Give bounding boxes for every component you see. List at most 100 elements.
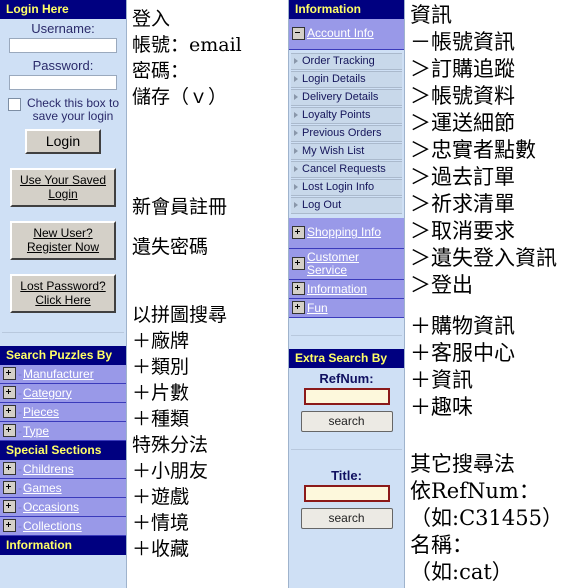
save-login-checkbox[interactable] bbox=[8, 98, 21, 111]
sidebar-subitem-label: My Wish List bbox=[302, 145, 365, 157]
plus-icon[interactable] bbox=[3, 462, 16, 475]
sidebar-item-label[interactable]: Customer Service bbox=[307, 250, 402, 277]
plus-icon[interactable] bbox=[292, 226, 305, 239]
sidebar-item-fun[interactable]: Fun bbox=[289, 299, 404, 318]
title-label: Title: bbox=[331, 468, 362, 483]
sidebar-subitem-delivery-details[interactable]: Delivery Details bbox=[291, 89, 402, 106]
sidebar-subitem-lost-login-info[interactable]: Lost Login Info bbox=[291, 179, 402, 196]
refnum-label: RefNum: bbox=[319, 371, 374, 386]
chevron-right-icon bbox=[294, 166, 298, 172]
plus-icon[interactable] bbox=[3, 367, 16, 380]
cn-group-line-3: ＋資訊 bbox=[410, 368, 473, 392]
divider bbox=[291, 335, 402, 336]
cn-info-line-2: －帳號資訊 bbox=[410, 30, 515, 54]
sidebar-subitem-label: Loyalty Points bbox=[302, 109, 371, 121]
special-sections-header: Special Sections bbox=[0, 441, 126, 460]
plus-icon[interactable] bbox=[3, 481, 16, 494]
sidebar-subitem-cancel-requests[interactable]: Cancel Requests bbox=[291, 161, 402, 178]
cn-lost-password: 遺失密碼 bbox=[132, 236, 209, 258]
sidebar-subitem-login-details[interactable]: Login Details bbox=[291, 71, 402, 88]
sidebar-item-label[interactable]: Information bbox=[307, 282, 367, 296]
refnum-input[interactable] bbox=[303, 388, 390, 405]
divider bbox=[291, 449, 402, 450]
plus-icon[interactable] bbox=[292, 301, 305, 314]
search-puzzles-header: Search Puzzles By bbox=[0, 346, 126, 365]
sidebar-item-manufacturer[interactable]: - Manufacturer bbox=[0, 365, 126, 384]
sidebar-item-collections[interactable]: - Collections bbox=[0, 517, 126, 536]
sidebar-item-label[interactable]: Games bbox=[23, 481, 62, 495]
use-saved-login-button[interactable]: Use Your Saved Login bbox=[10, 168, 116, 207]
sidebar-item-label[interactable]: Occasions bbox=[23, 500, 79, 514]
chevron-right-icon bbox=[294, 202, 298, 208]
sidebar-subitem-label: Delivery Details bbox=[302, 91, 379, 103]
password-input[interactable] bbox=[9, 75, 117, 90]
sidebar-item-childrens[interactable]: - Childrens bbox=[0, 460, 126, 479]
plus-icon[interactable] bbox=[292, 257, 305, 270]
sidebar-item-category[interactable]: - Category bbox=[0, 384, 126, 403]
sidebar-item-label[interactable]: Manufacturer bbox=[23, 367, 94, 381]
plus-icon[interactable] bbox=[292, 282, 305, 295]
title-search-button[interactable]: search bbox=[300, 508, 393, 529]
sidebar-subitem-my-wish-list[interactable]: My Wish List bbox=[291, 143, 402, 160]
cn-info-line-3: ＞訂購追蹤 bbox=[410, 57, 515, 81]
cn-search-line-1: 以拼圖搜尋 bbox=[132, 304, 228, 326]
title-input[interactable] bbox=[303, 485, 390, 502]
sidebar-item-games[interactable]: - Games bbox=[0, 479, 126, 498]
sidebar-subitem-order-tracking[interactable]: Order Tracking bbox=[291, 53, 402, 70]
sidebar-item-pieces[interactable]: - Pieces bbox=[0, 403, 126, 422]
sidebar-subitem-previous-orders[interactable]: Previous Orders bbox=[291, 125, 402, 142]
cn-info-line-8: ＞祈求清單 bbox=[410, 192, 515, 216]
plus-icon[interactable] bbox=[3, 405, 16, 418]
cn-special-line-3: ＋遊戲 bbox=[132, 486, 190, 508]
cn-login-line-2: 帳號：email bbox=[132, 34, 242, 56]
sidebar-subitem-label: Login Details bbox=[302, 73, 366, 85]
cn-info-line-6: ＞忠實者點數 bbox=[410, 138, 536, 162]
refnum-search-button[interactable]: search bbox=[300, 411, 393, 432]
sidebar-item-label[interactable]: Type bbox=[23, 424, 49, 438]
sidebar-subitem-label: Previous Orders bbox=[302, 127, 382, 139]
sidebar-subitem-label: Order Tracking bbox=[302, 55, 375, 67]
sidebar-item-account-info[interactable]: Account Info bbox=[289, 19, 404, 50]
cn-extra-line-3: （如:C31455） bbox=[410, 506, 563, 530]
sidebar-item-label[interactable]: Category bbox=[23, 386, 72, 400]
sidebar-subitem-label: Log Out bbox=[302, 199, 342, 211]
sidebar-item-type[interactable]: - Type bbox=[0, 422, 126, 441]
minus-icon[interactable] bbox=[292, 27, 305, 40]
plus-icon[interactable] bbox=[3, 500, 16, 513]
chinese-notes-left: 登入 帳號：email 密碼： 儲存（ｖ） 新會員註冊 遺失密碼 以拼圖搜尋 ＋… bbox=[132, 0, 284, 588]
cn-login-line-3: 密碼： bbox=[132, 60, 190, 82]
sidebar-item-occasions[interactable]: - Occasions bbox=[0, 498, 126, 517]
cn-info-line-9: ＞取消要求 bbox=[410, 219, 515, 243]
page-root: Login Here Username: Password: Check thi… bbox=[0, 0, 585, 588]
cn-info-line-7: ＞過去訂單 bbox=[410, 165, 515, 189]
cn-special-line-1: 特殊分法 bbox=[132, 434, 209, 456]
sidebar-item-label[interactable]: Pieces bbox=[23, 405, 59, 419]
sidebar-subitem-loyalty-points[interactable]: Loyalty Points bbox=[291, 107, 402, 124]
sidebar-item-label[interactable]: Shopping Info bbox=[307, 226, 381, 239]
lost-password-button[interactable]: Lost Password? Click Here bbox=[10, 274, 116, 313]
sidebar-item-label[interactable]: Childrens bbox=[23, 462, 74, 476]
chinese-notes-right: 資訊 －帳號資訊 ＞訂購追蹤 ＞帳號資料 ＞運送細節 ＞忠實者點數 ＞過去訂單 … bbox=[410, 0, 585, 588]
cn-search-line-4: ＋片數 bbox=[132, 382, 190, 404]
cn-info-line-1: 資訊 bbox=[410, 3, 452, 27]
sidebar-item-shopping-info[interactable]: Shopping Info bbox=[289, 218, 404, 249]
chevron-right-icon bbox=[294, 148, 298, 154]
save-login-row[interactable]: Check this box to save your login bbox=[0, 93, 126, 123]
sidebar-subitem-log-out[interactable]: Log Out bbox=[291, 197, 402, 214]
username-input[interactable] bbox=[9, 38, 117, 53]
sidebar-item-label[interactable]: Collections bbox=[23, 519, 82, 533]
chevron-right-icon bbox=[294, 130, 298, 136]
plus-icon[interactable] bbox=[3, 424, 16, 437]
sidebar-item-customer-service[interactable]: Customer Service bbox=[289, 249, 404, 280]
login-button[interactable]: Login bbox=[25, 129, 101, 154]
chevron-right-icon bbox=[294, 184, 298, 190]
sidebar-item-label[interactable]: Fun bbox=[307, 301, 328, 315]
sidebar-item-label[interactable]: Account Info bbox=[307, 27, 374, 40]
plus-icon[interactable] bbox=[3, 519, 16, 532]
sidebar-item-information[interactable]: Information bbox=[289, 280, 404, 299]
information-header: Information bbox=[0, 536, 126, 555]
register-button[interactable]: New User? Register Now bbox=[10, 221, 116, 260]
cn-extra-line-4: 名稱： bbox=[410, 533, 473, 557]
use-saved-login-label: Use Your Saved Login bbox=[19, 173, 107, 201]
plus-icon[interactable] bbox=[3, 386, 16, 399]
